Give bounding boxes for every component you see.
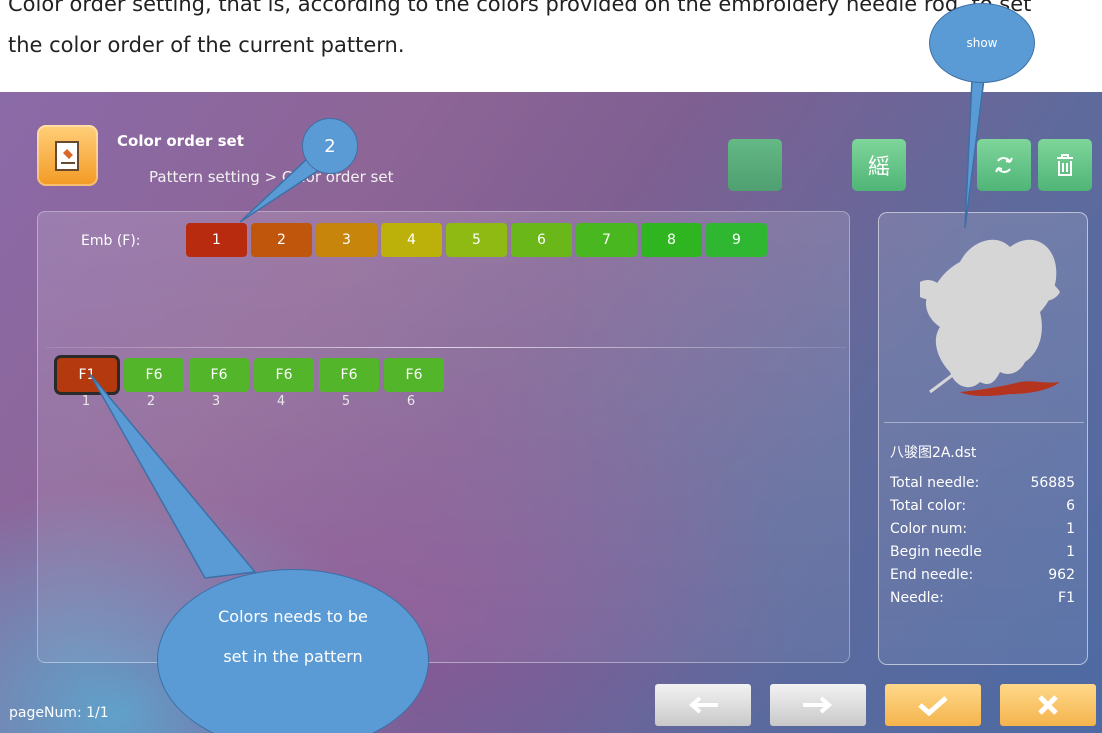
- pattern-preview-image: [920, 239, 1060, 397]
- info-value: 962: [1048, 567, 1075, 583]
- sequence-color-button[interactable]: F6: [384, 358, 444, 392]
- info-row: Needle: F1: [890, 590, 1075, 610]
- color-order-panel: [37, 211, 850, 663]
- sequence-color-button[interactable]: F6: [124, 358, 184, 392]
- refresh-button[interactable]: [977, 139, 1031, 191]
- page-title: Color order set: [117, 132, 244, 150]
- doc-caption-line-1: Color order setting, that is, according …: [8, 0, 1032, 16]
- callout-show: show: [929, 3, 1035, 83]
- needle-button-7[interactable]: 7: [576, 223, 637, 257]
- info-key: Begin needle: [890, 544, 982, 560]
- needle-button-9[interactable]: 9: [706, 223, 767, 257]
- prev-page-button[interactable]: [655, 684, 751, 726]
- needle-button-8[interactable]: 8: [641, 223, 702, 257]
- info-row: Color num: 1: [890, 521, 1075, 541]
- info-key: Total needle:: [890, 475, 980, 491]
- panel-divider: [46, 347, 846, 348]
- sequence-index: 5: [341, 394, 351, 409]
- sequence-color-button[interactable]: F6: [189, 358, 249, 392]
- sequence-index: 1: [81, 394, 91, 409]
- sequence-index: 3: [211, 394, 221, 409]
- emb-row-label: Emb (F):: [81, 233, 141, 249]
- blank-tool-button[interactable]: [728, 139, 782, 191]
- confirm-button[interactable]: [885, 684, 981, 726]
- page-number: pageNum: 1/1: [9, 705, 109, 721]
- pattern-file-icon[interactable]: [37, 125, 98, 186]
- sequence-color-button[interactable]: F6: [319, 358, 379, 392]
- info-value: 1: [1066, 544, 1075, 560]
- delete-button[interactable]: [1038, 139, 1092, 191]
- next-page-button[interactable]: [770, 684, 866, 726]
- callout-colors-line-1: Colors needs to be: [218, 607, 368, 626]
- info-value: 6: [1066, 498, 1075, 514]
- needle-button-1[interactable]: 1: [186, 223, 247, 257]
- needle-button-4[interactable]: 4: [381, 223, 442, 257]
- sequence-index: 4: [276, 394, 286, 409]
- info-row: Total needle: 56885: [890, 475, 1075, 495]
- info-key: End needle:: [890, 567, 974, 583]
- info-row: Total color: 6: [890, 498, 1075, 518]
- sequence-index: 2: [146, 394, 156, 409]
- info-value: 56885: [1030, 475, 1075, 491]
- needle-button-3[interactable]: 3: [316, 223, 377, 257]
- sequence-color-button[interactable]: F1: [57, 358, 117, 392]
- callout-colors-line-2: set in the pattern: [223, 647, 363, 666]
- info-value: F1: [1058, 590, 1075, 606]
- doc-caption-line-2: the color order of the current pattern.: [8, 33, 405, 57]
- arrow-right-icon: [803, 696, 833, 714]
- info-key: Color num:: [890, 521, 968, 537]
- embroidery-glyph-icon: 䌊: [867, 155, 890, 180]
- info-value: 1: [1066, 521, 1075, 537]
- info-divider: [884, 422, 1084, 423]
- info-key: Total color:: [890, 498, 967, 514]
- breadcrumb: Pattern setting > Color order set: [149, 168, 394, 186]
- callout-two: 2: [302, 118, 358, 174]
- info-row: Begin needle 1: [890, 544, 1075, 564]
- info-row: End needle: 962: [890, 567, 1075, 587]
- needle-button-5[interactable]: 5: [446, 223, 507, 257]
- trash-icon: [1057, 154, 1073, 176]
- cancel-button[interactable]: [1000, 684, 1096, 726]
- embroidery-tool-button[interactable]: 䌊: [852, 139, 906, 191]
- close-icon: [1038, 695, 1058, 715]
- needle-button-6[interactable]: 6: [511, 223, 572, 257]
- sequence-color-button[interactable]: F6: [254, 358, 314, 392]
- checkmark-icon: [918, 696, 948, 716]
- sequence-index: 6: [406, 394, 416, 409]
- arrow-left-icon: [688, 696, 718, 714]
- file-name: 八骏图2A.dst: [890, 445, 977, 461]
- needle-button-2[interactable]: 2: [251, 223, 312, 257]
- info-key: Needle:: [890, 590, 944, 606]
- refresh-icon: [995, 157, 1013, 173]
